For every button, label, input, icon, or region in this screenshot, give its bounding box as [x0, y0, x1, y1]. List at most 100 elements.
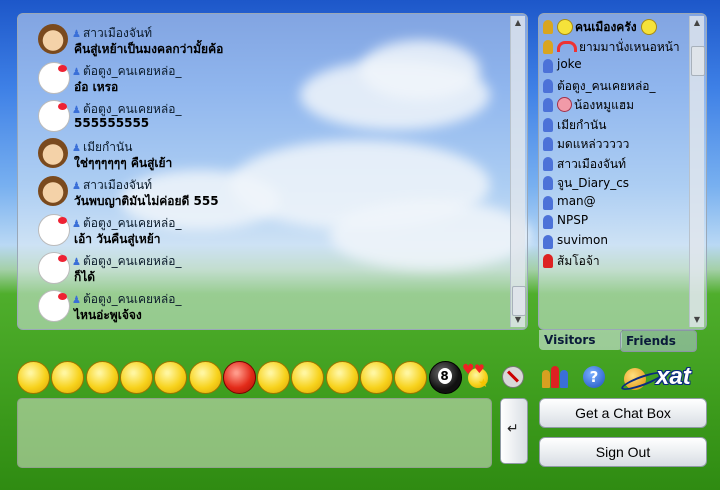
message-text: ใช่ๆๆๆๆๆๆ คืนสู่เย้า	[74, 156, 173, 170]
user-name: คนเมืองครัง	[575, 20, 637, 34]
get-chat-box-button[interactable]: Get a Chat Box	[539, 398, 707, 428]
user-avatar[interactable]	[38, 176, 68, 206]
emoticon-mad-icon[interactable]	[222, 361, 256, 394]
emoticon-tongue-icon[interactable]	[154, 361, 188, 394]
user-icon: ♟	[72, 29, 81, 40]
user-status-icon	[543, 20, 553, 34]
user-list-item[interactable]: NPSP	[543, 213, 689, 232]
message-text: ก็ได้	[74, 270, 96, 284]
chat-scrollbar[interactable]: ▲ ▼	[510, 16, 526, 327]
user-list-item[interactable]: สาวเมืองจันท์	[543, 155, 689, 174]
message-text: คืนสู่เหย้าเป็นมงคลกว่ามั้ยค้อ	[74, 42, 224, 56]
user-avatar[interactable]	[38, 24, 68, 54]
user-name: มดแหล่ววววว	[557, 137, 630, 151]
user-avatar[interactable]	[38, 214, 70, 246]
message-sender-name: ต้อตูง_คนเคยหล่อ_	[82, 292, 182, 306]
user-avatar[interactable]	[38, 290, 70, 322]
scroll-down-arrow-icon[interactable]: ▼	[511, 313, 525, 327]
message-sender-name: ต้อตูง_คนเคยหล่อ_	[82, 64, 182, 78]
scroll-up-arrow-icon[interactable]: ▲	[511, 16, 525, 30]
sign-out-button[interactable]: Sign Out	[539, 437, 707, 467]
return-arrow-icon: ↵	[507, 421, 519, 437]
user-list-item[interactable]: suvimon	[543, 233, 689, 252]
user-status-icon	[543, 59, 553, 73]
user-icon: ♟	[72, 257, 81, 268]
scroll-up-arrow-icon[interactable]: ▲	[690, 16, 704, 30]
user-list-item[interactable]: น้องหมูแฮม	[543, 96, 689, 115]
tab-friends[interactable]: Friends	[620, 330, 697, 352]
emoticon-smile-icon[interactable]	[17, 361, 50, 394]
emoticon-frown-icon[interactable]	[325, 361, 359, 394]
user-icon: ♟	[72, 219, 81, 230]
user-list-panel: คนเมืองครังยามมานั่งเหนอหน้า joke ต้อตูง_ค…	[538, 13, 707, 330]
message-input[interactable]	[17, 398, 492, 468]
emoticon-eek-icon[interactable]	[119, 361, 153, 394]
user-name: suvimon	[557, 232, 608, 247]
emoticon-confused-icon[interactable]	[257, 361, 291, 394]
emoticon-wink-icon[interactable]	[85, 361, 119, 394]
user-name: สาวเมืองจันท์	[557, 156, 627, 171]
user-name: ต้อตูง_คนเคยหล่อ_	[557, 78, 656, 93]
send-button[interactable]: ↵	[500, 398, 528, 464]
user-avatar[interactable]	[38, 252, 70, 284]
message-text: วันพบญาติมันไม่ค่อยดี 555	[74, 194, 219, 208]
user-list-item[interactable]: man@	[543, 194, 689, 213]
scroll-down-arrow-icon[interactable]: ▼	[690, 313, 704, 327]
user-avatar[interactable]	[38, 138, 68, 168]
message-text: 555555555	[74, 116, 150, 130]
user-list-item[interactable]: มดแหล่ววววว	[543, 135, 689, 154]
pig-icon	[557, 97, 572, 112]
emoticon-cool-icon[interactable]	[188, 361, 222, 394]
tab-visitors[interactable]: Visitors	[539, 330, 622, 350]
user-status-icon	[543, 156, 553, 171]
user-status-icon	[543, 39, 553, 54]
user-status-icon	[543, 176, 553, 190]
users-group-icon[interactable]	[542, 366, 568, 388]
user-icon: ♟	[72, 67, 81, 78]
scroll-thumb[interactable]	[512, 286, 526, 316]
user-icon: ♟	[72, 181, 81, 192]
emoticon-sweetheart-icon[interactable]: ♥ ♥ ★	[462, 362, 490, 390]
xat-logo-text: xat	[656, 363, 691, 390]
message-sender-name: ต้อตูง_คนเคยหล่อ_	[82, 254, 182, 268]
emoticon-8ball-icon[interactable]	[428, 361, 462, 394]
user-list-item[interactable]: เมียกำนัน	[543, 116, 689, 135]
user-status-icon	[543, 137, 553, 151]
user-avatar[interactable]	[38, 100, 70, 132]
message-sender-name: ต้อตูง_คนเคยหล่อ_	[82, 102, 182, 116]
user-status-icon	[543, 195, 553, 210]
user-list-item[interactable]: ต้อตูง_คนเคยหล่อ_	[543, 77, 689, 96]
user-status-icon	[543, 254, 553, 268]
message-text: เอ้า วันคืนสู่เหย้า	[74, 232, 161, 246]
user-status-icon	[543, 215, 553, 229]
userlist-scrollbar[interactable]: ▲ ▼	[689, 16, 705, 327]
user-name: ยามมานั่งเหนอหน้า	[579, 39, 680, 54]
user-list-item[interactable]: ยามมานั่งเหนอหน้า	[543, 38, 689, 57]
user-icon: ♟	[72, 105, 81, 116]
scroll-thumb[interactable]	[691, 46, 705, 76]
user-list-item[interactable]: joke	[543, 57, 689, 76]
message-sender-name: สาวเมืองจันท์	[82, 178, 152, 192]
user-list-item[interactable]: คนเมืองครัง	[543, 18, 689, 37]
user-name: NPSP	[557, 213, 589, 227]
emoticon-crying-icon[interactable]	[360, 361, 393, 394]
user-name: น้องหมูแฮม	[574, 98, 635, 112]
user-name: เมียกำนัน	[557, 117, 607, 132]
user-status-icon	[543, 98, 553, 112]
user-name: ส้มโอจ้า	[557, 254, 600, 268]
user-list-item[interactable]: จูน_Diary_cs	[543, 174, 689, 193]
user-icon: ♟	[72, 143, 81, 154]
user-status-icon	[543, 117, 553, 132]
user-name: man@	[557, 193, 596, 208]
user-name: joke	[557, 57, 582, 71]
user-avatar[interactable]	[38, 62, 70, 94]
user-status-icon	[543, 234, 553, 249]
smiley-icon	[557, 19, 573, 35]
rainbow-icon	[557, 40, 577, 52]
xat-logo[interactable]: xat	[619, 363, 706, 394]
sound-toggle-icon[interactable]	[502, 366, 524, 388]
message-text: ไหนอ่ะพูเจ้จง	[74, 308, 142, 322]
message-text: อ๋อ เหรอ	[74, 80, 119, 94]
user-list-item[interactable]: ส้มโอจ้า	[543, 252, 689, 271]
help-icon[interactable]: ?	[583, 366, 605, 388]
